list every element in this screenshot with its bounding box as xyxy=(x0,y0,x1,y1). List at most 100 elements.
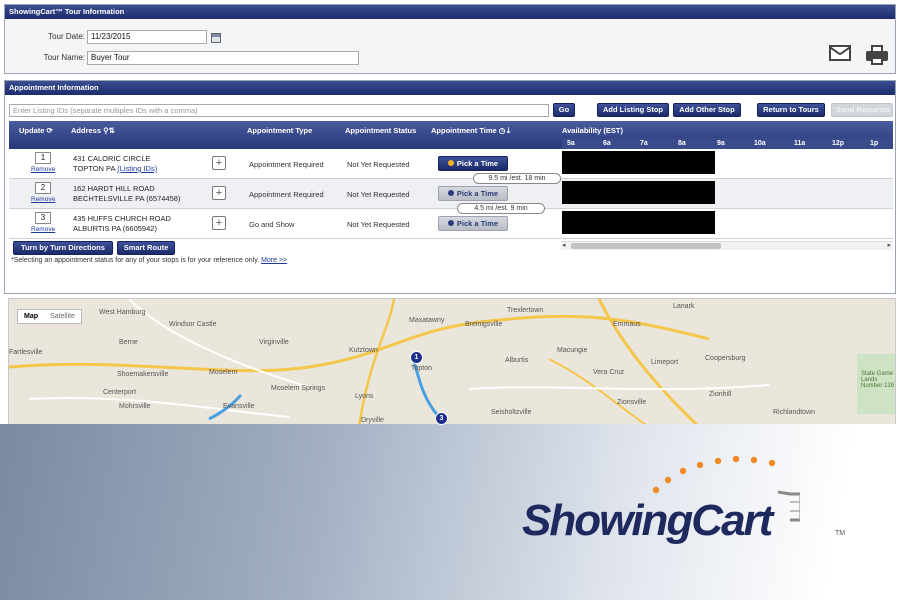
map-toggle-satellite[interactable]: Satellite xyxy=(44,310,81,323)
appointment-type: Go and Show xyxy=(249,220,295,229)
town-label: Zionhill xyxy=(709,391,732,398)
town-label: Mohrsville xyxy=(119,403,151,410)
address-line1: 435 HUFFS CHURCH ROAD xyxy=(73,214,171,223)
town-label: Kutztown xyxy=(349,347,378,354)
hour-label: 7a xyxy=(640,140,648,147)
stop-order-input[interactable]: 1 xyxy=(35,152,51,164)
town-label: Macungie xyxy=(557,347,588,354)
stop-order-input[interactable]: 2 xyxy=(35,182,51,194)
add-details-button[interactable]: + xyxy=(212,156,226,170)
town-label: Breinigsville xyxy=(465,321,503,328)
town-label: Berne xyxy=(119,339,138,346)
address-cell: 435 HUFFS CHURCH ROAD ALBURTIS PA (66059… xyxy=(73,214,171,234)
listing-search-row: Enter Listing IDs (separate multiples ID… xyxy=(5,99,895,119)
town-label: West Hamburg xyxy=(99,309,146,316)
column-update[interactable]: Update ⟳ xyxy=(19,126,53,135)
trademark-mark: TM xyxy=(835,530,846,537)
return-to-tours-button[interactable]: Return to Tours xyxy=(757,103,825,117)
town-label: Richlandtown xyxy=(773,409,816,416)
add-listing-stop-button[interactable]: Add Listing Stop xyxy=(597,103,669,117)
route-map[interactable]: Map Satellite West Hamburg Windsor Castle… xyxy=(8,298,896,426)
availability-scrollbar[interactable]: ◂ ▸ xyxy=(561,241,893,250)
address-cell: 162 HARDT HILL ROAD BECHTELSVILLE PA (65… xyxy=(73,184,180,204)
add-details-button[interactable]: + xyxy=(212,216,226,230)
pick-a-time-button[interactable]: Pick a Time xyxy=(438,186,508,201)
turn-by-turn-button[interactable]: Turn by Turn Directions xyxy=(13,241,113,255)
remove-link[interactable]: Remove xyxy=(31,166,55,173)
tour-information-panel: ShowingCart™ Tour Information Tour Date:… xyxy=(4,4,896,74)
town-label: Maxatawny xyxy=(409,317,445,324)
distance-pill: 4.5 mi /est. 9 min xyxy=(457,203,545,214)
address-line1: 431 CALORIC CIRCLE xyxy=(73,154,151,163)
column-availability: Availability (EST) xyxy=(562,126,623,135)
distance-pill: 9.5 mi /est. 18 min xyxy=(473,173,561,184)
remove-link[interactable]: Remove xyxy=(31,196,55,203)
go-button[interactable]: Go xyxy=(553,103,575,117)
appointment-type: Appointment Required xyxy=(249,190,324,199)
tour-panel-title: ShowingCart™ Tour Information xyxy=(5,5,895,19)
town-label: Topton xyxy=(411,365,433,372)
showingcart-logo: ShowingCart xyxy=(522,496,773,545)
town-label: Limeport xyxy=(651,359,679,366)
clock-icon xyxy=(447,190,454,196)
town-label: Moselem Springs xyxy=(271,385,326,392)
tour-name-input[interactable]: Buyer Tour xyxy=(87,51,359,65)
town-label: Lanark xyxy=(673,303,695,310)
more-link[interactable]: More >> xyxy=(261,257,287,264)
map-marker-stop-3[interactable]: 3 xyxy=(435,412,448,425)
send-requests-button: Send Requests xyxy=(831,103,893,117)
town-label: Fartlesville xyxy=(9,349,43,356)
pick-a-time-button[interactable]: Pick a Time xyxy=(438,156,508,171)
tour-date-label: Tour Date: xyxy=(48,32,85,41)
add-other-stop-button[interactable]: Add Other Stop xyxy=(673,103,741,117)
scrollbar-thumb[interactable] xyxy=(571,243,721,249)
state-game-lands-label: State Game Lands Number 139 xyxy=(861,371,895,389)
print-icon[interactable] xyxy=(866,45,888,65)
hour-label: 10a xyxy=(754,140,766,147)
town-label: Windsor Castle xyxy=(169,321,217,328)
column-appointment-time[interactable]: Appointment Time ◷⇣ xyxy=(431,126,512,135)
hour-label: 8a xyxy=(678,140,686,147)
remove-link[interactable]: Remove xyxy=(31,226,55,233)
availability-block xyxy=(562,151,715,174)
clock-icon xyxy=(447,220,454,226)
town-label: Vera Cruz xyxy=(593,369,625,376)
email-icon[interactable] xyxy=(829,45,851,61)
address-line2: BECHTELSVILLE PA (6574458) xyxy=(73,194,181,203)
town-label: Coopersburg xyxy=(705,355,746,362)
town-label: Trexlertown xyxy=(507,307,544,314)
scroll-right-icon[interactable]: ▸ xyxy=(887,241,891,249)
availability-block xyxy=(562,211,715,234)
address-line1: 162 HARDT HILL ROAD xyxy=(73,184,155,193)
map-toggle-map[interactable]: Map xyxy=(18,310,44,323)
add-details-button[interactable]: + xyxy=(212,186,226,200)
address-line2: TOPTON PA xyxy=(73,164,116,173)
town-label: Shoemakersville xyxy=(117,371,169,378)
table-row: 3 Remove 435 HUFFS CHURCH ROAD ALBURTIS … xyxy=(9,209,893,239)
smart-route-button[interactable]: Smart Route xyxy=(117,241,175,255)
appointment-type: Appointment Required xyxy=(249,160,324,169)
column-appointment-status: Appointment Status xyxy=(345,126,417,135)
table-row: 2 Remove 162 HARDT HILL ROAD BECHTELSVIL… xyxy=(9,179,893,209)
map-marker-stop-1[interactable]: 1 xyxy=(410,351,423,364)
map-type-toggle[interactable]: Map Satellite xyxy=(17,309,82,324)
hour-label: 12p xyxy=(832,140,845,147)
tour-date-input[interactable]: 11/23/2015 xyxy=(87,30,207,44)
appointment-status[interactable]: Not Yet Requested xyxy=(347,220,410,229)
clock-icon xyxy=(447,160,454,166)
scroll-left-icon[interactable]: ◂ xyxy=(562,241,566,249)
appointment-status[interactable]: Not Yet Requested xyxy=(347,190,410,199)
footnote-text: *Selecting an appointment status for any… xyxy=(11,257,260,264)
town-label: Seisholtzville xyxy=(491,409,532,416)
footnote: *Selecting an appointment status for any… xyxy=(11,257,287,264)
address-cell: 431 CALORIC CIRCLE TOPTON PA (Listing ID… xyxy=(73,154,157,174)
town-label: Centerport xyxy=(103,389,137,396)
table-row: 1 Remove 431 CALORIC CIRCLE TOPTON PA (L… xyxy=(9,149,893,179)
listing-ids-link[interactable]: (Listing IDs) xyxy=(117,164,157,173)
stop-order-input[interactable]: 3 xyxy=(35,212,51,224)
appointment-status[interactable]: Not Yet Requested xyxy=(347,160,410,169)
listing-ids-input[interactable]: Enter Listing IDs (separate multiples ID… xyxy=(9,104,549,117)
calendar-icon[interactable] xyxy=(211,33,221,43)
pick-a-time-button[interactable]: Pick a Time xyxy=(438,216,508,231)
column-address[interactable]: Address ⚲⇅ xyxy=(71,126,115,135)
